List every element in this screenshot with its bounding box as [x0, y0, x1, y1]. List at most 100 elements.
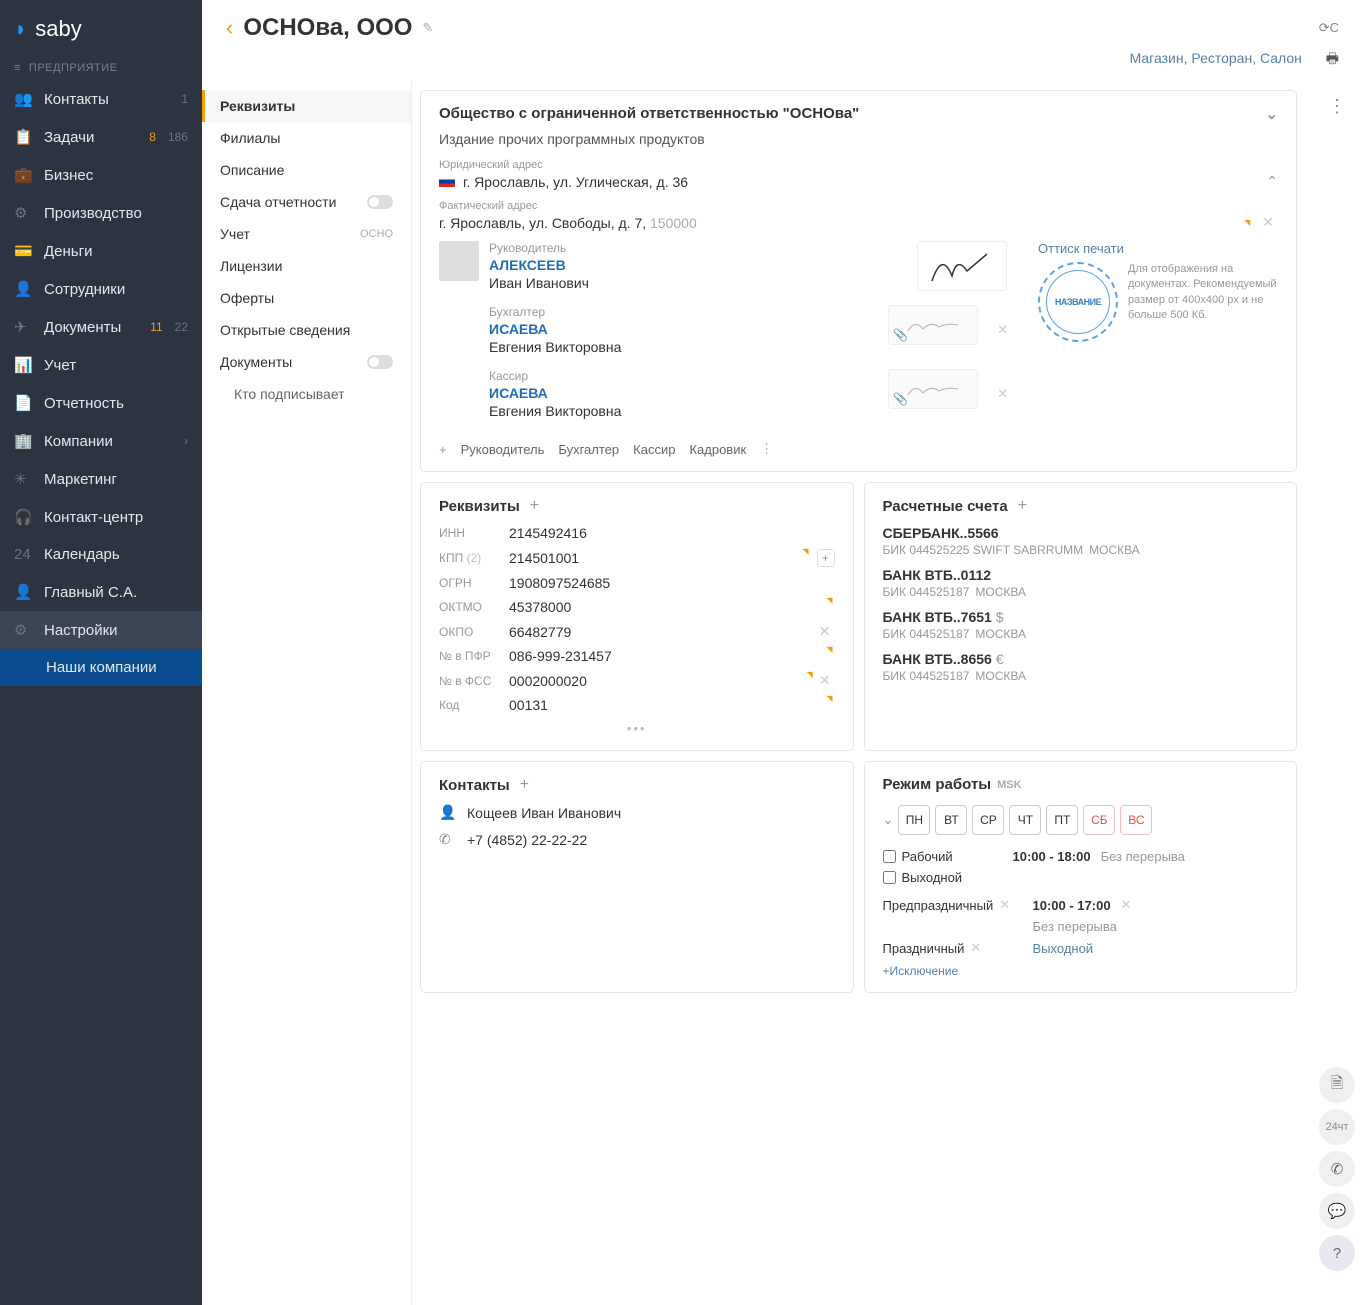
- signature[interactable]: [917, 241, 1007, 291]
- work-note[interactable]: Без перерыва: [1101, 849, 1185, 864]
- person-surname[interactable]: ИСАЕВА: [489, 321, 873, 337]
- req-value[interactable]: 00131◥: [509, 697, 835, 713]
- collapse-icon[interactable]: ⌄: [1265, 105, 1278, 123]
- nav-item-3[interactable]: ⚙Производство: [0, 194, 202, 232]
- day-СР[interactable]: СР: [972, 805, 1004, 835]
- contact-person[interactable]: Кощеев Иван Иванович: [467, 805, 621, 821]
- dayoff-checkbox[interactable]: [883, 871, 896, 884]
- bank-1[interactable]: БАНК ВТБ..0112БИК 044525187МОСКВА: [883, 567, 1279, 599]
- logo[interactable]: ◗ saby: [0, 10, 202, 56]
- tab-8[interactable]: Документы: [202, 346, 411, 378]
- tab-2[interactable]: Описание: [202, 154, 411, 186]
- business-type-link[interactable]: Магазин, Ресторан, Салон: [1130, 50, 1302, 66]
- add-role-director[interactable]: Руководитель: [461, 442, 545, 457]
- tab-6[interactable]: Оферты: [202, 282, 411, 314]
- clear-icon[interactable]: ✕: [815, 623, 835, 640]
- add-requisite-icon[interactable]: +: [530, 497, 539, 515]
- sync-state[interactable]: ⟳С: [1319, 20, 1339, 36]
- add-exception-link[interactable]: +Исключение: [883, 964, 1279, 978]
- holiday-value[interactable]: Выходной: [1033, 941, 1094, 956]
- req-value[interactable]: 086-999-231457◥: [509, 648, 835, 664]
- tab-5[interactable]: Лицензии: [202, 250, 411, 282]
- person-surname[interactable]: АЛЕКСЕЕВ: [489, 257, 902, 273]
- toggle[interactable]: [367, 195, 393, 209]
- chat-icon[interactable]: 💬: [1319, 1193, 1355, 1229]
- more-actions-icon[interactable]: ⋮: [1328, 96, 1346, 117]
- attach-icon[interactable]: 📎: [893, 392, 908, 406]
- nav-item-11[interactable]: 🎧Контакт-центр: [0, 498, 202, 536]
- nav-item-13[interactable]: 👤Главный С.А.: [0, 573, 202, 611]
- more-roles-icon[interactable]: ⋮: [760, 441, 773, 457]
- day-ПТ[interactable]: ПТ: [1046, 805, 1078, 835]
- nav-item-4[interactable]: 💳Деньги: [0, 232, 202, 270]
- nav-item-14[interactable]: ⚙Настройки: [0, 611, 202, 649]
- legal-addr[interactable]: г. Ярославль, ул. Углическая, д. 36: [463, 174, 688, 190]
- nav-item-7[interactable]: 📊Учет: [0, 346, 202, 384]
- req-value[interactable]: 0002000020◥: [509, 673, 815, 689]
- help-icon[interactable]: ?: [1319, 1235, 1355, 1271]
- add-kpp-icon[interactable]: +: [817, 549, 835, 567]
- toggle[interactable]: [367, 355, 393, 369]
- edit-icon[interactable]: ✎: [422, 20, 433, 36]
- fact-addr[interactable]: г. Ярославль, ул. Свободы, д. 7, 150000: [439, 215, 697, 231]
- work-time[interactable]: 10:00 - 18:00: [1013, 849, 1091, 864]
- pre-note[interactable]: Без перерыва: [1033, 919, 1117, 934]
- remove-person-icon[interactable]: ✕: [993, 322, 1012, 338]
- avatar[interactable]: [439, 241, 479, 281]
- day-СБ[interactable]: СБ: [1083, 805, 1115, 835]
- days-chevron-icon[interactable]: ⌄: [883, 812, 894, 828]
- expand-icon[interactable]: ⌃: [1266, 173, 1278, 190]
- nav-item-9[interactable]: 🏢Компании›: [0, 422, 202, 460]
- more-req-icon[interactable]: •••: [439, 721, 835, 736]
- req-value[interactable]: 2145492416: [509, 525, 835, 541]
- nav-item-12[interactable]: 24Календарь: [0, 536, 202, 573]
- contact-phone[interactable]: +7 (4852) 22-22-22: [467, 832, 587, 848]
- nav-item-6[interactable]: ✈Документы1122: [0, 308, 202, 346]
- req-value[interactable]: 214501001◥: [509, 550, 811, 566]
- req-value[interactable]: 66482779: [509, 624, 815, 640]
- nav-item-1[interactable]: 📋Задачи8186: [0, 118, 202, 156]
- bank-3[interactable]: БАНК ВТБ..8656€БИК 044525187МОСКВА: [883, 651, 1279, 683]
- note-icon[interactable]: 🗎: [1319, 1067, 1355, 1103]
- back-button[interactable]: ‹: [226, 15, 233, 41]
- add-role-icon[interactable]: +: [439, 442, 447, 457]
- tab-4[interactable]: УчетОСНО: [202, 218, 411, 250]
- bank-0[interactable]: СБЕРБАНК..5566БИК 044525225 SWIFT SABRRU…: [883, 525, 1279, 557]
- day-ВС[interactable]: ВС: [1120, 805, 1152, 835]
- day-ПН[interactable]: ПН: [898, 805, 930, 835]
- nav-item-0[interactable]: 👥Контакты1: [0, 80, 202, 118]
- nav-sub-companies[interactable]: Наши компании: [0, 649, 202, 686]
- pre-time-clear-icon[interactable]: ✕: [1121, 897, 1132, 913]
- day-ЧТ[interactable]: ЧТ: [1009, 805, 1041, 835]
- clear-icon[interactable]: ✕: [815, 672, 835, 689]
- req-value[interactable]: 1908097524685: [509, 575, 835, 591]
- add-contact-icon[interactable]: +: [520, 776, 529, 794]
- calendar-widget[interactable]: 24чт: [1319, 1109, 1355, 1145]
- pre-time[interactable]: 10:00 - 17:00: [1033, 898, 1111, 913]
- nav-item-2[interactable]: 💼Бизнес: [0, 156, 202, 194]
- add-role-cashier[interactable]: Кассир: [633, 442, 675, 457]
- tab-1[interactable]: Филиалы: [202, 122, 411, 154]
- signature[interactable]: 📎: [888, 305, 978, 345]
- stamp-placeholder[interactable]: НАЗВАНИЕ: [1038, 262, 1118, 342]
- print-icon[interactable]: 🖶: [1326, 50, 1339, 66]
- pre-clear-icon[interactable]: ✕: [999, 897, 1010, 913]
- tab-3[interactable]: Сдача отчетности: [202, 186, 411, 218]
- nav-item-10[interactable]: ✳Маркетинг: [0, 460, 202, 498]
- day-ВТ[interactable]: ВТ: [935, 805, 967, 835]
- add-role-accountant[interactable]: Бухгалтер: [558, 442, 619, 457]
- tab-7[interactable]: Открытые сведения: [202, 314, 411, 346]
- remove-person-icon[interactable]: ✕: [993, 386, 1012, 402]
- hol-clear-icon[interactable]: ✕: [970, 940, 981, 956]
- workday-checkbox[interactable]: [883, 850, 896, 863]
- nav-item-5[interactable]: 👤Сотрудники: [0, 270, 202, 308]
- req-value[interactable]: 45378000◥: [509, 599, 835, 615]
- person-surname[interactable]: ИСАЕВА: [489, 385, 873, 401]
- signature[interactable]: 📎: [888, 369, 978, 409]
- add-role-hr[interactable]: Кадровик: [689, 442, 746, 457]
- add-bank-icon[interactable]: +: [1018, 497, 1027, 515]
- tab-9[interactable]: Кто подписывает: [202, 378, 411, 410]
- attach-icon[interactable]: 📎: [893, 328, 908, 342]
- bank-2[interactable]: БАНК ВТБ..7651$БИК 044525187МОСКВА: [883, 609, 1279, 641]
- nav-item-8[interactable]: 📄Отчетность: [0, 384, 202, 422]
